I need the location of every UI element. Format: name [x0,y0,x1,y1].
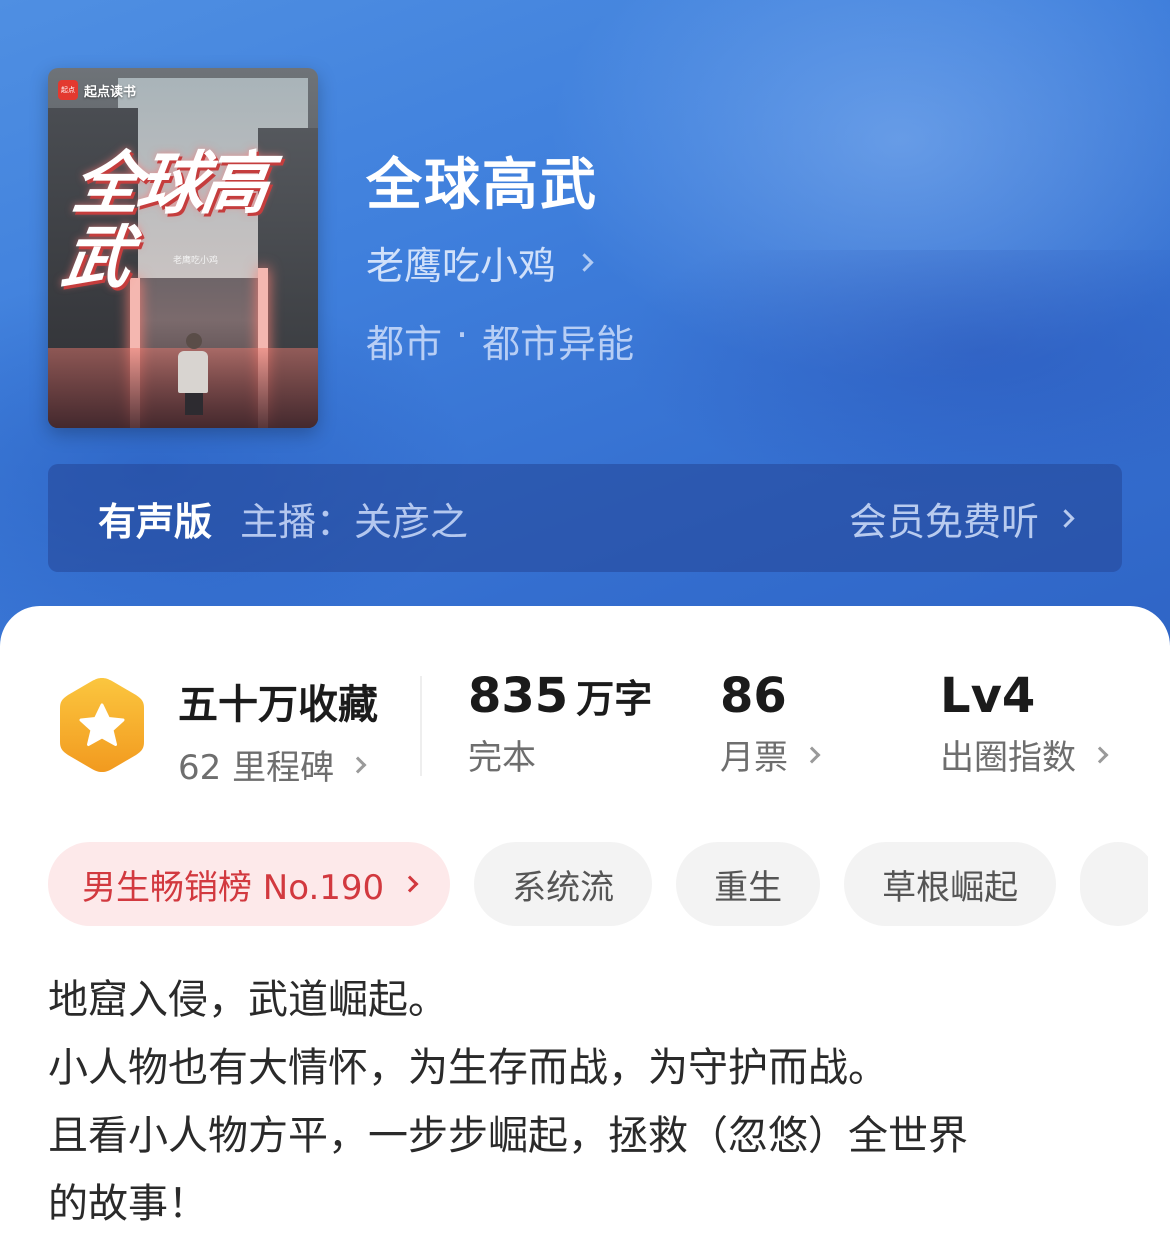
bestseller-rank-chip[interactable]: 男生畅销榜 No.190 [48,842,451,926]
book-cover[interactable]: 起点 起点读书 全球高武 老鹰吃小鸡 [48,68,318,428]
stats-divider [420,676,422,776]
cover-figure [178,333,210,415]
chevron-right-icon [803,746,821,763]
monthly-tickets-count: 86 [720,668,787,724]
publisher-name: 起点读书 [84,84,137,100]
genre-separator: · [456,313,469,357]
chevron-right-icon [401,875,419,893]
tag-chip[interactable]: 草根崛起 [844,842,1057,926]
monthly-tickets-link[interactable]: 月票 [720,730,821,779]
background-cloud [620,250,1170,500]
synopsis-line: 的故事！ [48,1181,208,1227]
author-link[interactable]: 老鹰吃小鸡 [366,235,594,290]
book-title: 全球高武 [366,153,598,218]
genre-label[interactable]: 都市 [366,313,442,368]
word-count-number: 835 [468,668,569,724]
milestones-link[interactable]: 62 里程碑 [178,740,378,789]
subgenre-label[interactable]: 都市异能 [482,313,634,368]
member-free-listen-label: 会员免费听 [848,499,1039,544]
monthly-tickets-stat[interactable]: 86 月票 [720,668,821,779]
chevron-right-icon [349,756,367,773]
cover-publisher-logo: 起点 起点读书 [58,80,136,100]
publisher-badge-icon: 起点 [58,80,78,100]
synopsis-line: 地窟入侵，武道崛起。 [48,977,448,1023]
audiobook-bar[interactable]: 有声版 主播：关彦之 会员免费听 [48,464,1122,572]
synopsis-line: 小人物也有大情怀，为生存而战，为守护而战。 [48,1045,888,1091]
completion-status: 完本 [468,738,536,778]
member-free-listen-button[interactable]: 会员免费听 [848,491,1075,546]
genre-row: 都市 · 都市异能 [366,313,634,368]
collections-count: 五十万收藏 [178,682,378,728]
popularity-index-stat[interactable]: Lv4 出圈指数 [940,668,1109,779]
audiobook-tag: 有声版 [98,499,213,544]
narrator-label: 主播：关彦之 [240,499,469,544]
word-count-stat: 835 万字 完本 [468,668,652,779]
chevron-right-icon [1056,508,1075,528]
author-name: 老鹰吃小鸡 [366,244,557,288]
monthly-tickets-label: 月票 [720,738,788,778]
popularity-index-label: 出圈指数 [940,738,1076,778]
chevron-right-icon [1091,746,1109,763]
bestseller-rank-label: 男生畅销榜 No.190 [82,867,385,908]
tag-chip[interactable] [1080,842,1148,926]
word-count-unit: 万字 [576,677,653,721]
star-badge-icon [60,678,144,772]
chevron-right-icon [575,253,594,272]
milestones-label: 62 里程碑 [178,748,335,788]
collections-stat[interactable]: 五十万收藏 62 里程碑 [178,672,378,789]
book-header-background: 起点 起点读书 全球高武 老鹰吃小鸡 全球高武 老鹰吃小鸡 都市 · 都市异能 … [0,0,1170,700]
tag-chip[interactable]: 重生 [676,842,821,926]
book-synopsis[interactable]: 地窟入侵，武道崛起。 小人物也有大情怀，为生存而战，为守护而战。 且看小人物方平… [48,966,1128,1238]
tags-row[interactable]: 男生畅销榜 No.190 系统流 重生 草根崛起 [48,842,1148,926]
cover-author-art: 老鹰吃小鸡 [173,256,219,266]
popularity-index-link[interactable]: 出圈指数 [940,730,1109,779]
popularity-level: Lv4 [940,668,1036,724]
cover-title-art: 全球高武 [57,145,271,298]
synopsis-line: 且看小人物方平，一步步崛起，拯救（忽悠）全世界 [48,1113,968,1159]
tag-chip[interactable]: 系统流 [474,842,653,926]
